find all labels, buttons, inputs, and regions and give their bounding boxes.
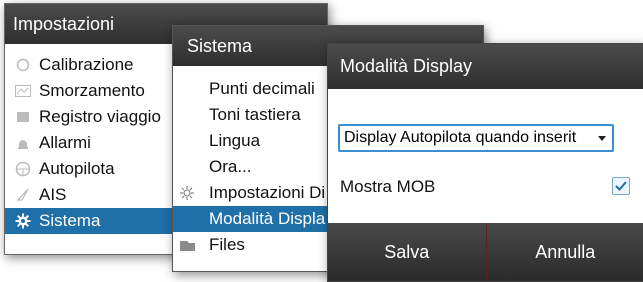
menu-item-label: Smorzamento [39,81,145,100]
gear-icon [15,213,31,229]
settings-gear-icon [179,186,195,200]
dialog-title: Modalità Display [328,44,643,89]
menu-item-label: Registro viaggio [39,107,161,126]
show-mob-checkbox[interactable] [612,177,630,195]
menu-item-label: Modalità Displa [209,209,326,228]
alarm-icon [15,136,31,150]
menu-item-label: Sistema [39,211,101,230]
menu-item-label: Lingua [209,131,261,150]
calibration-icon [15,58,31,72]
checkmark-icon [615,181,627,191]
show-mob-label: Mostra MOB [340,177,436,196]
menu-item-label: Toni tastiera [209,105,301,124]
log-icon [15,110,31,124]
menu-item-label: Autopilota [39,159,115,178]
menu-item-label: Ora... [209,157,252,176]
ais-icon [15,188,31,202]
chevron-down-icon [598,136,606,141]
menu-item-label: Impostazioni Di [209,183,326,202]
dialog-button-bar: Salva Annulla [328,223,643,281]
display-mode-dropdown[interactable]: Display Autopilota quando inserit [338,124,614,152]
menu-item-label: Punti decimali [209,79,315,98]
menu-item-label: Files [209,235,245,254]
autopilot-icon [15,161,31,177]
damping-icon [15,84,31,98]
menu-item-label: AIS [39,185,67,204]
cancel-button[interactable]: Annulla [485,223,643,281]
menu-item-label: Calibrazione [39,55,134,74]
dropdown-value: Display Autopilota quando inserit [344,129,577,146]
menu-item-label: Allarmi [39,133,91,152]
save-button[interactable]: Salva [328,223,486,281]
display-mode-dialog: Modalità Display Display Autopilota quan… [327,43,643,282]
folder-icon [179,238,195,252]
